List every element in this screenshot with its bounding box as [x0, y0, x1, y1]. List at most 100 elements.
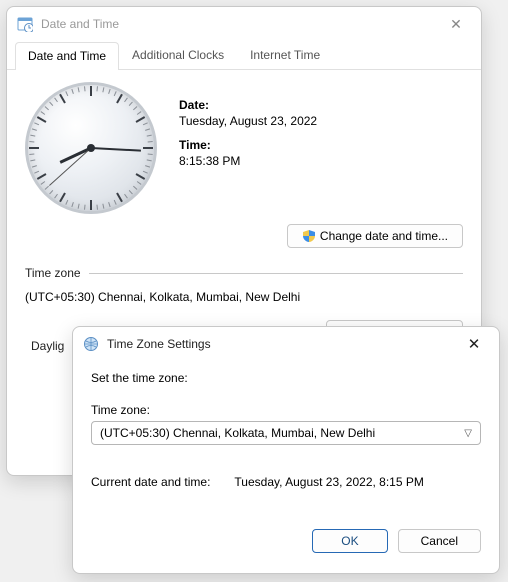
- current-datetime-label: Current date and time:: [91, 475, 210, 489]
- clock-tick: [45, 186, 49, 190]
- clock-tick: [32, 165, 37, 167]
- clock-tick: [37, 116, 47, 123]
- clock-tick: [133, 186, 137, 190]
- main-title: Date and Time: [41, 17, 441, 31]
- clock-tick: [65, 200, 68, 205]
- clock-tick: [29, 147, 39, 149]
- clock-tick: [54, 98, 58, 103]
- clock-tick: [143, 147, 153, 149]
- tab-date-time[interactable]: Date and Time: [15, 42, 119, 70]
- clock-tick: [32, 128, 37, 130]
- clock-tick: [133, 106, 137, 110]
- clock-tick: [143, 171, 148, 174]
- clock-tick: [34, 122, 39, 125]
- clock-tick: [96, 205, 98, 210]
- current-timezone: (UTC+05:30) Chennai, Kolkata, Mumbai, Ne…: [25, 290, 463, 304]
- time-value: 8:15:38 PM: [179, 154, 317, 168]
- clock-tick: [147, 135, 152, 137]
- sub-body: Set the time zone: Time zone: (UTC+05:30…: [73, 361, 499, 565]
- clock-tick: [29, 153, 34, 155]
- time-label: Time:: [179, 138, 317, 152]
- clock-tick: [129, 190, 133, 194]
- clock-tick: [136, 173, 146, 180]
- clock-tick: [45, 106, 49, 110]
- clock-tick: [137, 111, 142, 115]
- analog-clock: [25, 82, 157, 214]
- clock-tick: [84, 205, 86, 210]
- clock-tick: [34, 171, 39, 174]
- clock-tick: [54, 194, 58, 199]
- timezone-section-header: Time zone: [25, 266, 463, 280]
- clock-tick: [102, 87, 104, 92]
- change-date-time-button[interactable]: Change date and time...: [287, 224, 463, 248]
- date-time-icon: [17, 16, 33, 32]
- divider: [89, 273, 463, 274]
- clock-tick: [78, 204, 80, 209]
- main-titlebar: Date and Time ✕: [7, 7, 481, 41]
- ok-label: OK: [341, 534, 358, 548]
- date-label: Date:: [179, 98, 317, 112]
- clock-tick: [148, 153, 153, 155]
- clock-tick: [114, 91, 117, 96]
- date-value: Tuesday, August 23, 2022: [179, 114, 317, 128]
- sub-titlebar: Time Zone Settings ✕: [73, 327, 499, 361]
- clock-tick: [37, 173, 47, 180]
- clock-tick: [116, 94, 123, 104]
- clock-tick: [96, 86, 98, 91]
- current-datetime-value: Tuesday, August 23, 2022, 8:15 PM: [234, 475, 423, 489]
- timezone-selected-value: (UTC+05:30) Chennai, Kolkata, Mumbai, Ne…: [100, 426, 375, 440]
- clock-tick: [145, 165, 150, 167]
- clock-tick: [137, 181, 142, 185]
- minute-hand: [91, 147, 141, 152]
- clock-tick: [59, 193, 66, 203]
- uac-shield-icon: [302, 229, 316, 243]
- clock-tick: [108, 89, 110, 94]
- timezone-field-label: Time zone:: [91, 403, 481, 417]
- globe-icon: [83, 336, 99, 352]
- clock-tick: [90, 86, 92, 96]
- cancel-label: Cancel: [421, 534, 458, 548]
- clock-tick: [124, 98, 128, 103]
- clock-pivot: [87, 144, 95, 152]
- clock-tick: [29, 141, 34, 143]
- clock-tick: [71, 202, 73, 207]
- chevron-down-icon: ▽: [464, 428, 472, 439]
- clock-tick: [78, 87, 80, 92]
- clock-tick: [108, 202, 110, 207]
- daylight-section-header-partial: Daylig: [31, 339, 64, 353]
- clock-tick: [114, 200, 117, 205]
- clock-tick: [124, 194, 128, 199]
- clock-tick: [41, 111, 46, 115]
- cancel-button[interactable]: Cancel: [398, 529, 481, 553]
- clock-tick: [147, 159, 152, 161]
- ok-button[interactable]: OK: [312, 529, 387, 553]
- clock-tick: [148, 141, 153, 143]
- clock-tick: [136, 116, 146, 123]
- close-icon[interactable]: ✕: [459, 335, 489, 353]
- clock-tick: [102, 204, 104, 209]
- clock-tick: [90, 200, 92, 210]
- clock-tick: [71, 89, 73, 94]
- timezone-dropdown[interactable]: (UTC+05:30) Chennai, Kolkata, Mumbai, Ne…: [91, 421, 481, 445]
- tab-strip: Date and Time Additional Clocks Internet…: [7, 41, 481, 70]
- clock-tick: [30, 159, 35, 161]
- tab-internet-time[interactable]: Internet Time: [237, 41, 333, 69]
- clock-tick: [143, 122, 148, 125]
- clock-tick: [59, 94, 66, 104]
- clock-tick: [41, 181, 46, 185]
- date-time-info: Date: Tuesday, August 23, 2022 Time: 8:1…: [179, 82, 317, 214]
- clock-tick: [49, 190, 53, 194]
- clock-tick: [84, 86, 86, 91]
- main-body: Date: Tuesday, August 23, 2022 Time: 8:1…: [7, 70, 481, 356]
- change-date-time-label: Change date and time...: [320, 229, 448, 243]
- close-icon[interactable]: ✕: [441, 16, 471, 33]
- tab-additional-clocks[interactable]: Additional Clocks: [119, 41, 237, 69]
- clock-tick: [116, 193, 123, 203]
- clock-tick: [145, 128, 150, 130]
- timezone-header-label: Time zone: [25, 266, 81, 280]
- second-hand: [49, 148, 91, 186]
- timezone-settings-window: Time Zone Settings ✕ Set the time zone: …: [72, 326, 500, 574]
- instruction-text: Set the time zone:: [91, 371, 481, 385]
- clock-tick: [129, 102, 133, 106]
- sub-title: Time Zone Settings: [107, 337, 459, 351]
